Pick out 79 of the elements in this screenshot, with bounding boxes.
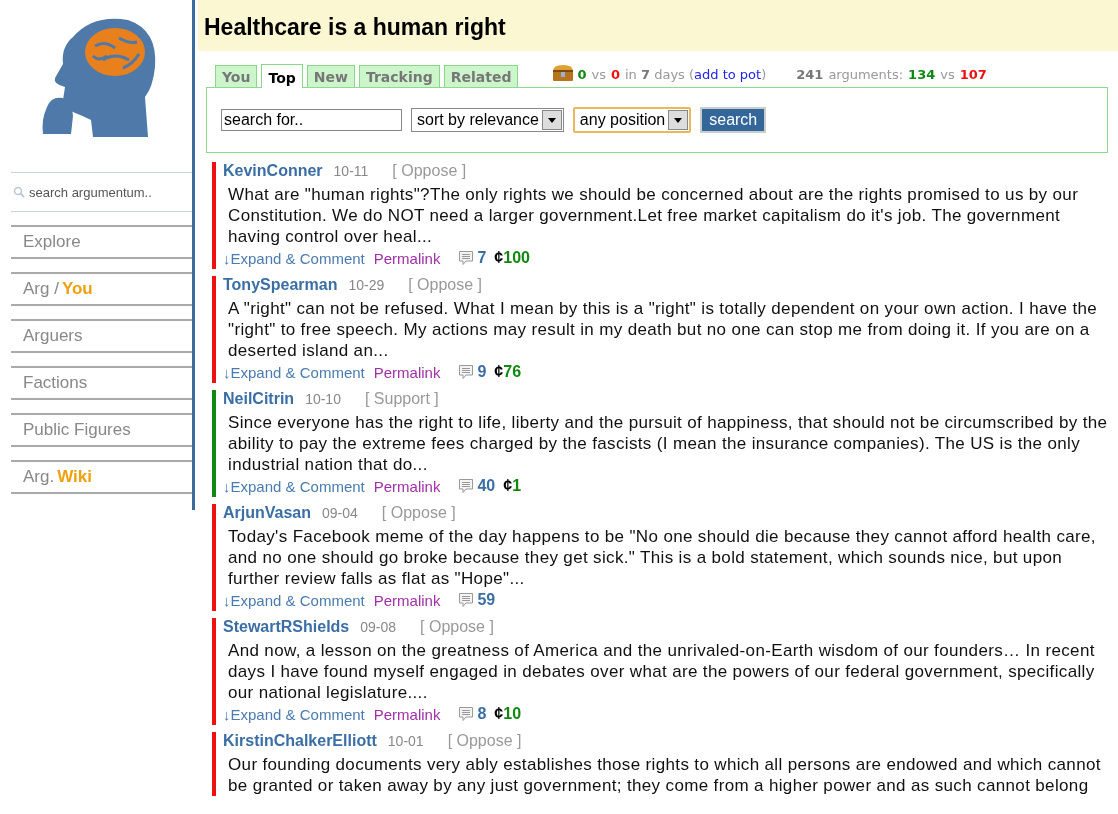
permalink[interactable]: Permalink — [373, 249, 441, 267]
nav-link[interactable]: Arg / You — [11, 272, 192, 306]
search-input[interactable]: search for.. — [221, 109, 402, 131]
tab[interactable]: Top — [261, 64, 303, 88]
expand-comment-link[interactable]: ↓Expand & Comment — [223, 249, 365, 267]
sort-dropdown[interactable]: sort by relevance — [411, 108, 564, 132]
position-label: [ Oppose ] — [420, 618, 494, 636]
tab[interactable]: Related — [443, 65, 519, 87]
post-date: 09-08 — [360, 619, 397, 635]
author-link[interactable]: ArjunVasan — [223, 504, 312, 522]
argument-count: 107 — [959, 67, 987, 82]
argument-text: A "right" can not be refused. What I mean by this is a "right" is totally dependent on your own action. I have the "right" to free speech. My actions may result in my death but no one can stop me from doing it. If you are on a deserted island an... — [228, 298, 1099, 361]
nav-link[interactable]: Public Figures — [11, 413, 192, 447]
post-date: 10-10 — [305, 391, 341, 407]
post-date: 09-04 — [322, 505, 358, 521]
tab[interactable]: Tracking — [358, 65, 440, 87]
comment-icon — [458, 364, 475, 380]
pot-amount: ¢100 — [494, 249, 530, 267]
search-icon — [13, 186, 25, 198]
post-date: 10-01 — [387, 733, 424, 749]
position-label: [ Oppose ] — [447, 732, 522, 750]
argument-text: What are "human rights"?The only rights we should be concerned about are the rights promised to us by our Constitution. We do NOT need a larger government.Let free market capitalism do it's job. The government having control over heal... — [228, 184, 1080, 247]
argument-text: Today's Facebook meme of the day happens to be "No one should die because they cannot afford health care, and no one should go broke because they get sick." This is a bold statement, which sounds nice, but upon further review falls as flat as "Hope"... — [228, 526, 1097, 589]
pot-amount: ¢1 — [503, 477, 522, 495]
search-button[interactable]: search — [700, 107, 767, 133]
permalink[interactable]: Permalink — [373, 591, 441, 609]
comment-count: 7 — [477, 249, 487, 267]
argument-count: 241 — [796, 67, 824, 82]
nav-link[interactable]: Arguers — [11, 319, 192, 353]
pot-stat: vs — [591, 67, 606, 82]
treasure-chest-icon — [552, 64, 575, 82]
pot-amount: ¢76 — [494, 363, 522, 381]
pot-amount: ¢10 — [494, 705, 522, 723]
author-link[interactable]: StewartRShields — [223, 618, 350, 636]
argument-count: 134 — [908, 67, 936, 82]
argument-text: Since everyone has the right to life, liberty and the pursuit of happiness, that should not be circumscribed by the ability to pay the extreme fees charged by the fascists (I mean the insurance companies). The US is the only industrial nation that do... — [228, 412, 1109, 475]
nav-link[interactable]: Factions — [11, 366, 192, 400]
permalink[interactable]: Permalink — [373, 705, 441, 723]
page-title: Healthcare is a human right — [198, 0, 1118, 51]
comment-icon — [458, 592, 475, 608]
argument-text: And now, a lesson on the greatness of America and the unrivaled-on-Earth wisdom of our founders… In recent days I have found myself engaged in debates over what are the powers of our federal government, specifically our national legislature.... — [228, 640, 1096, 703]
position-dropdown[interactable]: any position — [572, 107, 692, 133]
permalink[interactable]: Permalink — [373, 363, 441, 381]
post-date: 10-29 — [348, 277, 385, 293]
comment-count: 8 — [477, 705, 487, 723]
argument-count: arguments: — [828, 67, 904, 82]
tab[interactable]: New — [306, 65, 355, 87]
comment-count: 40 — [477, 477, 496, 495]
add-to-pot-link[interactable]: add to pot — [694, 67, 762, 82]
permalink[interactable]: Permalink — [373, 477, 441, 495]
tab[interactable]: You — [215, 65, 258, 87]
pot-stat: in 7 days ( — [625, 67, 695, 82]
comment-icon — [458, 478, 475, 494]
pot-stat: 0 — [577, 67, 587, 82]
expand-comment-link[interactable]: ↓Expand & Comment — [223, 477, 365, 495]
author-link[interactable]: NeilCitrin — [223, 390, 295, 408]
expand-comment-link[interactable]: ↓Expand & Comment — [223, 591, 365, 609]
pot-stat: 0 — [610, 67, 620, 82]
caret-icon — [547, 117, 556, 123]
comment-icon — [458, 250, 475, 266]
author-link[interactable]: KirstinChalkerElliott — [223, 732, 377, 750]
position-label: [ Oppose ] — [392, 162, 467, 180]
argument-count: vs — [940, 67, 955, 82]
author-link[interactable]: KevinConner — [223, 162, 323, 180]
position-label: [ Support ] — [364, 390, 439, 408]
post-date: 10-11 — [333, 163, 369, 179]
pot-stat: ) — [761, 67, 767, 82]
expand-comment-link[interactable]: ↓Expand & Comment — [223, 705, 365, 723]
argument-text: Our founding documents very ably establishes those rights to which all persons are endowed and which cannot be granted or taken away by any just government; they come from a higher power and as such cannot belong — [228, 754, 1102, 796]
comment-count: 59 — [477, 591, 496, 609]
comment-count: 9 — [477, 363, 487, 381]
author-link[interactable]: TonySpearman — [223, 276, 338, 294]
nav-link[interactable]: Arg. Wiki — [11, 460, 192, 494]
position-label: [ Oppose ] — [408, 276, 483, 294]
comment-icon — [458, 706, 475, 722]
position-label: [ Oppose ] — [381, 504, 456, 522]
caret-icon — [674, 117, 683, 123]
expand-comment-link[interactable]: ↓Expand & Comment — [223, 363, 365, 381]
nav-link[interactable]: Explore — [11, 225, 192, 259]
